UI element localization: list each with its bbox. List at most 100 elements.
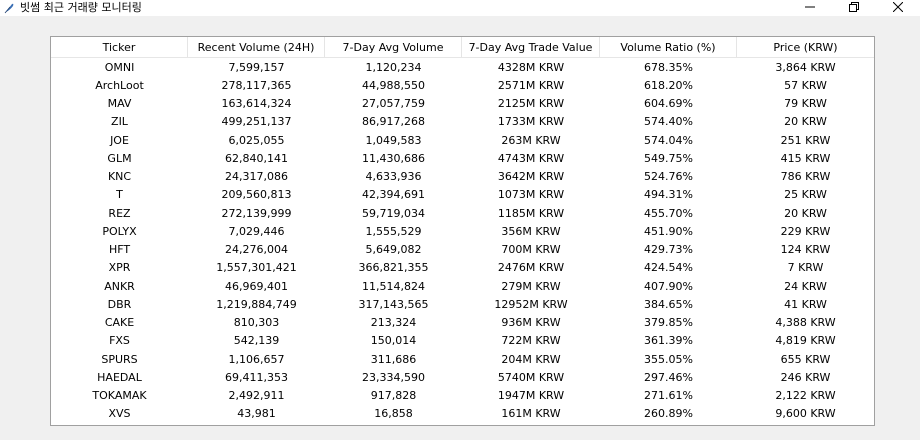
avg-trade-value-cell: 4743M KRW	[497, 151, 565, 165]
avg-volume-cell: 317,143,565	[358, 297, 429, 311]
ticker-cell: GLM	[107, 151, 132, 165]
avg-trade-value-cell: 2125M KRW	[497, 97, 565, 111]
recent-volume-cell: 24,276,004	[225, 243, 288, 257]
volume-ratio-cell: 494.31%	[644, 188, 693, 202]
table-row[interactable]: KNC 24,317,086 4,633,936 3642M KRW 524.76% 78…	[51, 168, 874, 186]
minimize-button[interactable]	[788, 0, 832, 16]
app-window: 빗썸 최근 거래량 모니터링 Ticker Recent Volume (24H…	[0, 0, 920, 440]
close-button[interactable]	[876, 0, 920, 16]
price-cell: 655 KRW	[780, 352, 831, 366]
avg-trade-value-cell: 1733M KRW	[497, 115, 565, 129]
recent-volume-cell: 1,219,884,749	[216, 297, 297, 311]
recent-volume-cell: 24,317,086	[225, 170, 288, 184]
recent-volume-cell: 272,139,999	[221, 206, 292, 220]
volume-ratio-cell: 260.89%	[644, 407, 693, 421]
table-row[interactable]: SPURS 1,106,657 311,686 204M KRW 355.05% 655 …	[51, 350, 874, 368]
ticker-cell: POLYX	[102, 224, 137, 238]
volume-ratio-cell: 429.73%	[644, 243, 693, 257]
avg-trade-value-cell: 161M KRW	[501, 407, 561, 421]
recent-volume-cell: 278,117,365	[221, 78, 292, 92]
recent-volume-cell: 7,029,446	[228, 224, 285, 238]
volume-ratio-cell: 355.05%	[644, 352, 693, 366]
avg-volume-cell: 213,324	[370, 316, 417, 330]
avg-trade-value-cell: 4328M KRW	[497, 60, 565, 74]
avg-trade-value-cell: 936M KRW	[501, 316, 561, 330]
table-row[interactable]: ZIL 499,251,137 86,917,268 1733M KRW 574.40%…	[51, 113, 874, 131]
volume-ratio-cell: 618.20%	[644, 78, 693, 92]
price-cell: 25 KRW	[784, 188, 827, 202]
table-row[interactable]: CAKE 810,303 213,324 936M KRW 379.85% 4,388 K…	[51, 314, 874, 332]
table-row[interactable]: OMNI 7,599,157 1,120,234 4328M KRW 678.35% 3,…	[51, 58, 874, 76]
table-row[interactable]: MAV 163,614,324 27,057,759 2125M KRW 604.69%…	[51, 95, 874, 113]
avg-trade-value-cell: 1073M KRW	[497, 188, 565, 202]
ticker-cell: FXS	[109, 334, 130, 348]
avg-volume-cell: 27,057,759	[362, 97, 425, 111]
price-cell: 415 KRW	[780, 151, 831, 165]
recent-volume-cell: 69,411,353	[225, 370, 288, 384]
price-cell: 229 KRW	[780, 224, 831, 238]
volume-ratio-cell: 678.35%	[644, 60, 693, 74]
price-cell: 3,864 KRW	[775, 60, 836, 74]
avg-trade-value-cell: 2476M KRW	[497, 261, 565, 275]
volume-ratio-cell: 384.65%	[644, 297, 693, 311]
ticker-cell: XVS	[108, 407, 131, 421]
avg-trade-value-cell: 700M KRW	[501, 243, 561, 257]
column-header-volume-ratio[interactable]: Volume Ratio (%)	[600, 37, 737, 57]
price-cell: 4,819 KRW	[775, 334, 836, 348]
ticker-cell: DBR	[107, 297, 132, 311]
avg-volume-cell: 1,120,234	[365, 60, 422, 74]
restore-icon	[849, 1, 859, 15]
maximize-button[interactable]	[832, 0, 876, 16]
table-row[interactable]: ANKR 46,969,401 11,514,824 279M KRW 407.90% 2…	[51, 277, 874, 295]
recent-volume-cell: 1,557,301,421	[216, 261, 297, 275]
ticker-cell: KNC	[107, 170, 132, 184]
volume-ratio-cell: 574.04%	[644, 133, 693, 147]
volume-ratio-cell: 455.70%	[644, 206, 693, 220]
recent-volume-cell: 7,599,157	[228, 60, 285, 74]
window-title: 빗썸 최근 거래량 모니터링	[20, 1, 142, 14]
column-header-ticker[interactable]: Ticker	[51, 37, 188, 57]
column-header-recent-volume[interactable]: Recent Volume (24H)	[188, 37, 325, 57]
title-bar[interactable]: 빗썸 최근 거래량 모니터링	[0, 0, 920, 16]
table-row[interactable]: GLM 62,840,141 11,430,686 4743M KRW 549.75% 4…	[51, 149, 874, 167]
table-row[interactable]: XPR 1,557,301,421 366,821,355 2476M KRW 424.…	[51, 259, 874, 277]
table-row[interactable]: FXS 542,139 150,014 722M KRW 361.39% 4,819 KR…	[51, 332, 874, 350]
volume-ratio-cell: 361.39%	[644, 334, 693, 348]
column-header-price[interactable]: Price (KRW)	[737, 37, 874, 57]
price-cell: 20 KRW	[784, 115, 827, 129]
table-row[interactable]: DBR 1,219,884,749 317,143,565 12952M KRW 384…	[51, 295, 874, 313]
column-header-avg-trade-value[interactable]: 7-Day Avg Trade Value	[462, 37, 600, 57]
ticker-cell: CAKE	[104, 316, 135, 330]
table-row[interactable]: ArchLoot 278,117,365 44,988,550 2571M KRW 61…	[51, 76, 874, 94]
price-cell: 79 KRW	[784, 97, 827, 111]
avg-trade-value-cell: 722M KRW	[501, 334, 561, 348]
ticker-cell: OMNI	[104, 60, 135, 74]
table-row[interactable]: TOKAMAK 2,492,911 917,828 1947M KRW 271.61% 2…	[51, 387, 874, 405]
table-body: OMNI 7,599,157 1,120,234 4328M KRW 678.35% 3,…	[51, 58, 874, 423]
avg-trade-value-cell: 2571M KRW	[497, 78, 565, 92]
window-controls	[788, 0, 920, 16]
avg-trade-value-cell: 279M KRW	[501, 279, 561, 293]
table-row[interactable]: REZ 272,139,999 59,719,034 1185M KRW 455.70%…	[51, 204, 874, 222]
table-row[interactable]: XVS 43,981 16,858 161M KRW 260.89% 9,600 KRW	[51, 405, 874, 423]
avg-volume-cell: 86,917,268	[362, 115, 425, 129]
volume-table[interactable]: Ticker Recent Volume (24H) 7-Day Avg Vol…	[50, 36, 875, 426]
volume-ratio-cell: 574.40%	[644, 115, 693, 129]
volume-ratio-cell: 451.90%	[644, 224, 693, 238]
column-header-avg-volume[interactable]: 7-Day Avg Volume	[325, 37, 462, 57]
recent-volume-cell: 43,981	[237, 407, 276, 421]
price-cell: 20 KRW	[784, 206, 827, 220]
volume-ratio-cell: 379.85%	[644, 316, 693, 330]
table-row[interactable]: HFT 24,276,004 5,649,082 700M KRW 429.73% 124…	[51, 241, 874, 259]
avg-trade-value-cell: 12952M KRW	[494, 297, 568, 311]
avg-volume-cell: 917,828	[370, 389, 417, 403]
ticker-cell: TOKAMAK	[92, 389, 147, 403]
table-row[interactable]: T 209,560,813 42,394,691 1073M KRW 494.31% 25…	[51, 186, 874, 204]
price-cell: 57 KRW	[784, 78, 827, 92]
table-row[interactable]: POLYX 7,029,446 1,555,529 356M KRW 451.90% 22…	[51, 222, 874, 240]
ticker-cell: ZIL	[111, 115, 128, 129]
table-row[interactable]: HAEDAL 69,411,353 23,334,590 5740M KRW 297.4…	[51, 368, 874, 386]
recent-volume-cell: 163,614,324	[221, 97, 292, 111]
recent-volume-cell: 6,025,055	[228, 133, 285, 147]
table-row[interactable]: JOE 6,025,055 1,049,583 263M KRW 574.04% 251 …	[51, 131, 874, 149]
